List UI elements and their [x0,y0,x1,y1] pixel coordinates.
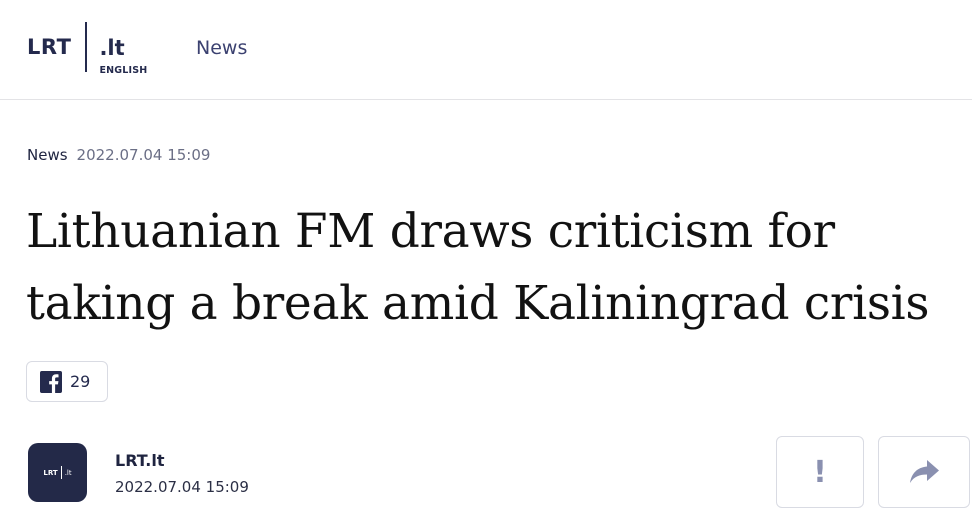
avatar-separator [60,466,62,479]
author-name[interactable]: LRT.lt [115,451,165,470]
facebook-share-button[interactable]: 29 [26,361,108,402]
report-error-button[interactable]: ! [776,436,864,508]
facebook-icon [40,370,62,393]
site-header: LRT .lt ENGLISH News [0,0,972,100]
share-button[interactable] [878,436,970,508]
logo-edition-text: ENGLISH [99,65,148,76]
author-publish-date: 2022.07.04 15:09 [115,478,249,496]
facebook-share-count: 29 [70,372,91,391]
logo-brand-text: LRT [27,35,72,59]
article-date: 2022.07.04 15:09 [76,146,211,164]
avatar-brand-text: LRT [43,468,58,477]
logo-right-block: .lt ENGLISH [99,35,147,76]
article-category-link[interactable]: News [27,146,68,164]
avatar-domain-text: .lt [64,468,72,477]
logo-domain-text: .lt [99,36,125,60]
share-arrow-icon [910,460,939,483]
nav-link-news[interactable]: News [196,37,247,59]
article-meta: News 2022.07.04 15:09 [27,146,210,164]
logo-separator [85,22,88,72]
author-avatar: LRT .lt [28,443,87,502]
exclamation-icon: ! [813,454,827,490]
site-logo[interactable]: LRT .lt ENGLISH [27,22,147,76]
article-title: Lithuanian FM draws criticism for taking… [26,204,930,331]
